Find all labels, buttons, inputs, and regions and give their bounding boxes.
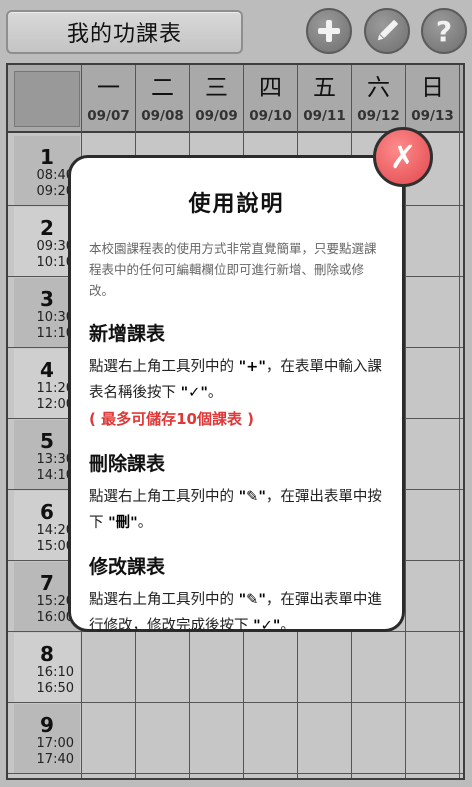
period-number: 2 [40, 216, 54, 240]
period-number: 4 [40, 358, 54, 382]
period-cell-9[interactable]: 9 17:00 17:40 [14, 704, 80, 773]
help-intro: 本校園課程表的使用方式非常直覺簡單，只要點選課程表中的任何可編輯欄位即可進行新增… [89, 241, 377, 298]
class-cell[interactable] [406, 420, 459, 489]
period-start: 16:10 [36, 665, 74, 680]
day-date: 09/13 [411, 108, 454, 124]
day-date: 09/07 [87, 108, 130, 124]
period-number: 3 [40, 287, 54, 311]
period-end: 17:40 [36, 752, 74, 767]
period-number: 1 [40, 145, 54, 169]
edit-button[interactable] [364, 8, 410, 54]
day-header-2: 二 09/08 [136, 71, 189, 131]
app-title: 我的功課表 [66, 22, 182, 47]
class-cell[interactable] [190, 633, 243, 702]
class-cell[interactable] [136, 633, 189, 702]
class-cell[interactable] [244, 633, 297, 702]
day-name: 五 [313, 75, 336, 101]
day-name: 日 [421, 75, 444, 101]
day-date: 09/08 [141, 108, 184, 124]
class-cell[interactable] [352, 633, 405, 702]
day-header-5: 五 09/11 [298, 71, 351, 131]
row-divider [8, 702, 463, 703]
row-divider [8, 773, 463, 774]
section-delete-body: 點選右上角工具列中的 "✎"，在彈出表單中按下 "刪"。 [89, 489, 382, 531]
day-header-row: 一 09/07 二 09/08 三 09/09 四 09/10 五 09/11 六 09/12 日 09/… [8, 65, 463, 133]
class-cell[interactable] [298, 704, 351, 773]
class-cell[interactable] [190, 704, 243, 773]
day-header-3: 三 09/09 [190, 71, 243, 131]
period-number: 6 [40, 500, 54, 524]
period-number: 9 [40, 713, 54, 737]
day-header-7: 日 09/13 [406, 71, 459, 131]
section-delete-title: 刪除課表 [89, 453, 166, 475]
day-name: 四 [259, 75, 282, 101]
period-cell-8[interactable]: 8 16:10 16:50 [14, 633, 80, 702]
class-cell[interactable] [406, 704, 459, 773]
column-divider [459, 65, 460, 778]
day-date: 09/11 [303, 108, 346, 124]
period-number: 8 [40, 642, 54, 666]
day-date: 09/09 [195, 108, 238, 124]
class-cell[interactable] [406, 562, 459, 631]
section-add-body: 點選右上角工具列中的 "+"，在表單中輸入課表名稱後按下 "✓"。 ( 最多可儲… [89, 359, 382, 428]
section-delete: 刪除課表 點選右上角工具列中的 "✎"，在彈出表單中按下 "刪"。 [89, 449, 384, 536]
question-icon: ? [435, 14, 453, 48]
day-name: 一 [97, 75, 120, 101]
period-end: 16:50 [36, 681, 74, 696]
add-button[interactable] [306, 8, 352, 54]
close-icon: ✗ [389, 138, 417, 176]
help-title: 使用說明 [188, 192, 285, 217]
close-button[interactable]: ✗ [373, 127, 433, 187]
class-cell[interactable] [406, 278, 459, 347]
pencil-icon [373, 17, 401, 45]
corner-cell [14, 71, 80, 127]
limit-warning: ( 最多可儲存10個課表 ) [89, 410, 255, 428]
day-header-1: 一 09/07 [82, 71, 135, 131]
period-number: 7 [40, 571, 54, 595]
day-header-4: 四 09/10 [244, 71, 297, 131]
section-edit-title: 修改課表 [89, 556, 166, 578]
day-name: 三 [205, 75, 228, 101]
schedule-title-button[interactable]: 我的功課表 [6, 10, 243, 54]
class-cell[interactable] [406, 633, 459, 702]
section-add: 新增課表 點選右上角工具列中的 "+"，在表單中輸入課表名稱後按下 "✓"。 (… [89, 319, 384, 433]
class-cell[interactable] [136, 704, 189, 773]
help-dialog: 使用說明 本校園課程表的使用方式非常直覺簡單，只要點選課程表中的任何可編輯欄位即… [68, 155, 405, 634]
class-cell[interactable] [352, 704, 405, 773]
class-cell[interactable] [298, 633, 351, 702]
period-start: 17:00 [36, 736, 74, 751]
period-number: 5 [40, 429, 54, 453]
section-edit: 修改課表 點選右上角工具列中的 "✎"，在彈出表單中進行修改，修改完成後按下 "… [89, 552, 384, 639]
day-date: 09/10 [249, 108, 292, 124]
day-header-6: 六 09/12 [352, 71, 405, 131]
class-cell[interactable] [82, 633, 135, 702]
class-cell[interactable] [82, 704, 135, 773]
section-edit-body: 點選右上角工具列中的 "✎"，在彈出表單中進行修改，修改完成後按下 "✓"。 [89, 592, 382, 634]
plus-icon [316, 18, 342, 44]
class-cell[interactable] [406, 207, 459, 276]
section-add-title: 新增課表 [89, 323, 166, 345]
class-cell[interactable] [406, 349, 459, 418]
day-name: 二 [151, 75, 174, 101]
class-cell[interactable] [244, 704, 297, 773]
day-date: 09/12 [357, 108, 400, 124]
help-button[interactable]: ? [421, 8, 467, 54]
day-name: 六 [367, 75, 390, 101]
class-cell[interactable] [406, 491, 459, 560]
